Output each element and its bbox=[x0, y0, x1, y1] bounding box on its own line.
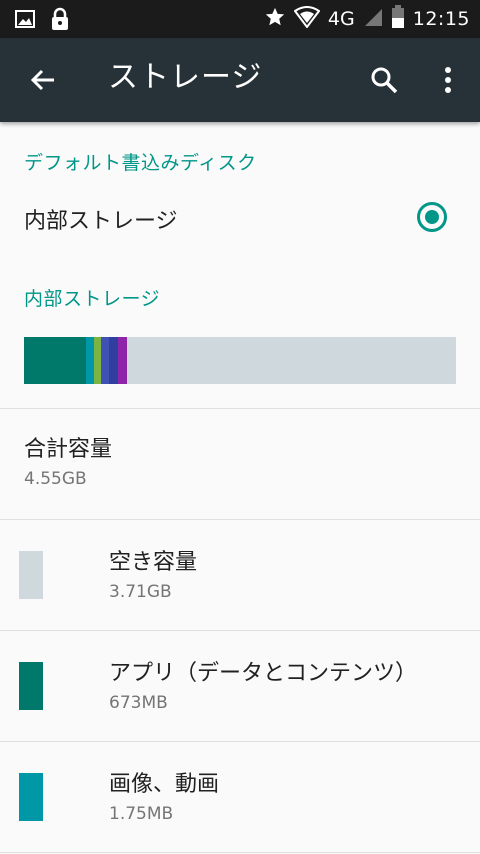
apps-swatch bbox=[19, 662, 43, 710]
storage-usage-bar bbox=[24, 337, 456, 384]
app-bar: ストレージ bbox=[0, 38, 480, 122]
storage-item-value: 1.75MB bbox=[109, 804, 174, 824]
storage-item-label: アプリ（データとコンテンツ） bbox=[109, 661, 418, 686]
page-title: ストレージ bbox=[108, 60, 263, 95]
storage-item-free[interactable]: 空き容量 3.71GB bbox=[0, 520, 480, 630]
default-disk-header: デフォルト書込みディスク bbox=[24, 152, 257, 174]
radio-button-selected[interactable] bbox=[417, 202, 447, 232]
lock-icon bbox=[50, 7, 70, 35]
usage-segment-images bbox=[85, 337, 95, 384]
storage-item-images[interactable]: 画像、動画 1.75MB bbox=[0, 742, 480, 852]
total-capacity-label: 合計容量 bbox=[24, 437, 113, 462]
internal-storage-header: 内部ストレージ bbox=[24, 288, 161, 310]
usage-segment-indigo bbox=[109, 337, 119, 384]
wifi-icon bbox=[293, 6, 321, 32]
battery-icon bbox=[391, 5, 405, 33]
star-icon bbox=[264, 6, 286, 32]
storage-item-label: 画像、動画 bbox=[109, 772, 220, 797]
storage-item-apps[interactable]: アプリ（データとコンテンツ） 673MB bbox=[0, 631, 480, 741]
storage-item-label: 空き容量 bbox=[109, 550, 198, 575]
total-capacity-row: 合計容量 4.55GB bbox=[0, 409, 480, 519]
back-arrow-icon[interactable] bbox=[24, 60, 64, 100]
status-bar: 4G 12:15 bbox=[0, 0, 480, 38]
images-swatch bbox=[19, 773, 43, 821]
storage-item-value: 673MB bbox=[109, 693, 168, 713]
divider bbox=[0, 852, 480, 853]
network-type: 4G bbox=[327, 8, 355, 30]
clock: 12:15 bbox=[412, 8, 470, 30]
more-vert-icon[interactable] bbox=[436, 62, 460, 98]
storage-item-value: 3.71GB bbox=[109, 582, 172, 602]
default-disk-option-label: 内部ストレージ bbox=[24, 209, 178, 234]
usage-segment-blue bbox=[100, 337, 110, 384]
default-disk-option[interactable]: 内部ストレージ bbox=[0, 197, 480, 257]
image-icon bbox=[14, 8, 36, 34]
search-icon[interactable] bbox=[366, 62, 402, 98]
total-capacity-value: 4.55GB bbox=[24, 469, 87, 489]
usage-segment-purple bbox=[118, 337, 127, 384]
usage-segment-apps bbox=[24, 337, 86, 384]
free-space-swatch bbox=[19, 551, 43, 599]
signal-icon bbox=[363, 7, 383, 31]
